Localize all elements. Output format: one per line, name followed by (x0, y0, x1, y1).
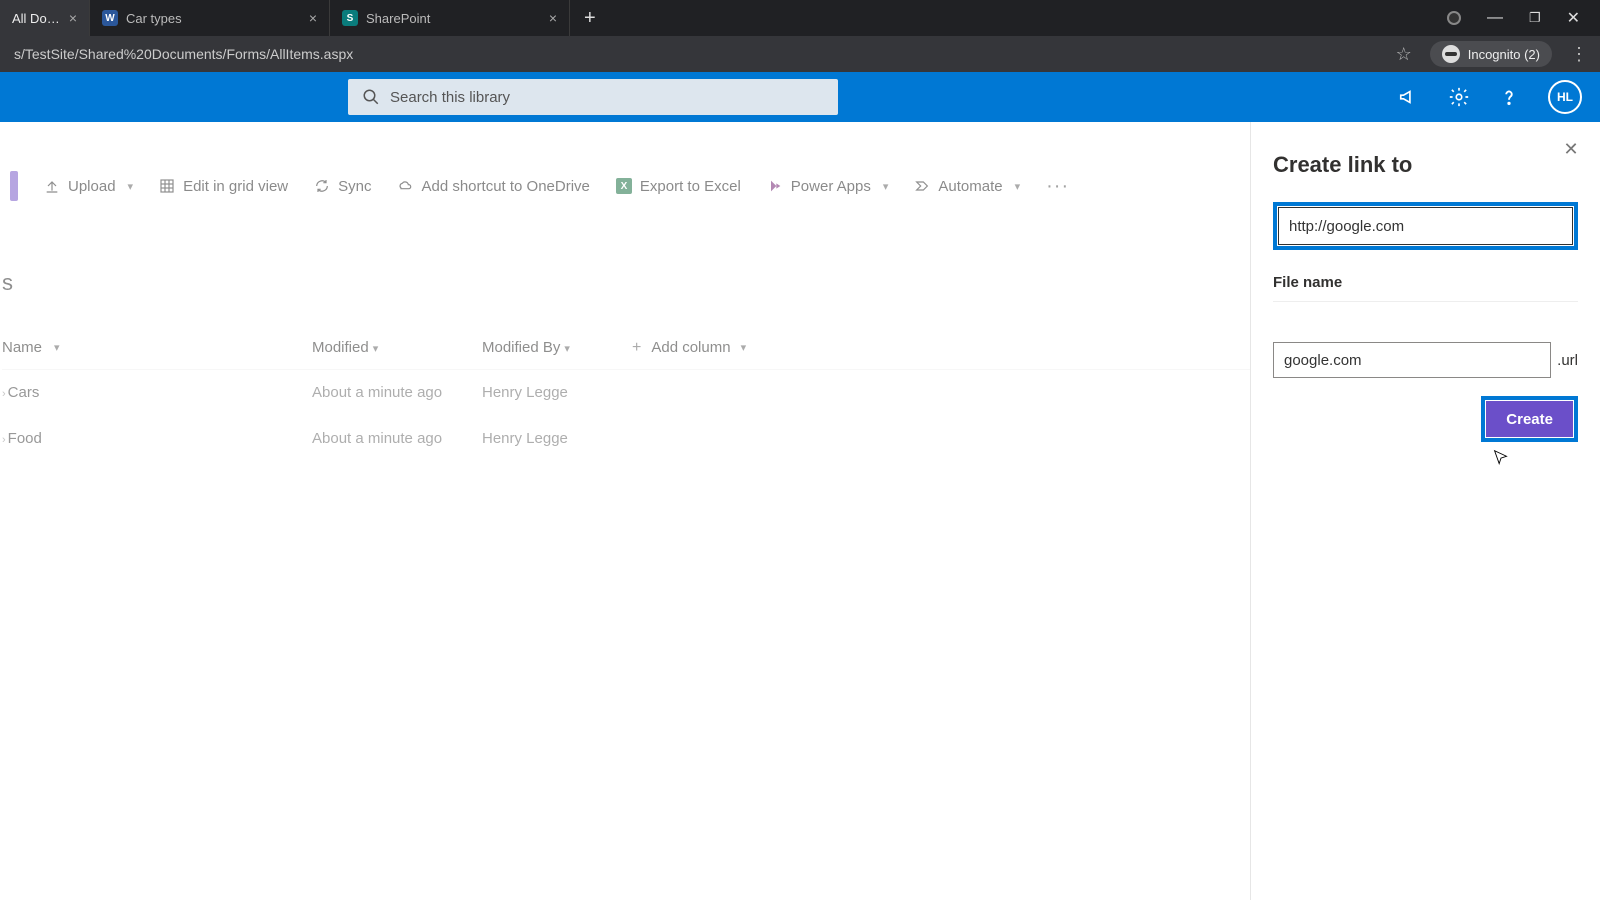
upload-icon (44, 178, 60, 194)
sync-button[interactable]: Sync (314, 178, 371, 195)
plus-icon: + (632, 339, 641, 357)
excel-icon: X (616, 178, 632, 194)
tab-label: All Docun (12, 11, 61, 26)
incognito-icon (1442, 45, 1460, 63)
tab-label: Car types (126, 11, 301, 26)
chevron-down-icon: ▾ (54, 341, 60, 354)
bookmark-star-icon[interactable]: ☆ (1396, 44, 1412, 65)
search-placeholder: Search this library (390, 89, 510, 106)
separator (1273, 301, 1578, 302)
chevron-down-icon: ▾ (128, 180, 134, 193)
chevron-down-icon: ▾ (564, 343, 570, 355)
word-icon: W (102, 10, 118, 26)
add-shortcut-button[interactable]: Add shortcut to OneDrive (397, 178, 589, 195)
powerapps-icon (767, 178, 783, 194)
link-url-input[interactable] (1278, 207, 1573, 245)
close-panel-button[interactable]: ✕ (1556, 134, 1586, 164)
add-column-button[interactable]: +Add column▾ (632, 339, 746, 357)
url-text[interactable]: s/TestSite/Shared%20Documents/Forms/AllI… (14, 46, 1384, 62)
maximize-icon[interactable]: ❐ (1529, 10, 1541, 26)
tabs-container: All Docun × W Car types × S SharePoint ×… (0, 0, 1435, 36)
window-controls: — ❐ ✕ (1435, 8, 1592, 28)
close-icon[interactable]: × (69, 10, 77, 26)
filename-label: File name (1273, 274, 1578, 291)
export-excel-button[interactable]: X Export to Excel (616, 178, 741, 195)
url-field-highlight (1273, 202, 1578, 250)
tab-all-documents[interactable]: All Docun × (0, 0, 90, 36)
upload-button[interactable]: Upload▾ (44, 178, 133, 195)
create-button[interactable]: Create (1486, 401, 1573, 437)
tab-label: SharePoint (366, 11, 541, 26)
cursor-icon (1490, 448, 1512, 475)
sync-icon (314, 178, 330, 194)
sharepoint-icon: S (342, 10, 358, 26)
new-tab-button[interactable]: + (570, 0, 610, 36)
col-modified-by[interactable]: Modified By▾ (482, 339, 632, 356)
help-icon[interactable] (1498, 86, 1520, 108)
panel-title: Create link to (1273, 152, 1578, 178)
close-icon[interactable]: × (309, 10, 317, 26)
megaphone-icon[interactable] (1398, 86, 1420, 108)
extension-label: .url (1557, 352, 1578, 369)
col-modified[interactable]: Modified▾ (312, 339, 482, 356)
onedrive-icon (397, 178, 413, 194)
search-box[interactable]: Search this library (348, 79, 838, 115)
create-button-highlight: Create (1481, 396, 1578, 442)
edit-grid-button[interactable]: Edit in grid view (159, 178, 288, 195)
chevron-down-icon: ▾ (883, 180, 889, 193)
item-icon: › (2, 434, 6, 446)
chevron-down-icon: ▾ (741, 341, 747, 354)
create-link-panel: ✕ Create link to File name .url Create (1250, 122, 1600, 900)
search-icon (362, 88, 380, 106)
incognito-indicator[interactable]: Incognito (2) (1430, 41, 1552, 67)
avatar[interactable]: HL (1548, 80, 1582, 114)
minimize-icon[interactable]: — (1487, 9, 1503, 27)
sharepoint-suite-bar: Search this library HL (0, 72, 1600, 122)
tab-car-types[interactable]: W Car types × (90, 0, 330, 36)
tab-sharepoint[interactable]: S SharePoint × (330, 0, 570, 36)
incognito-label: Incognito (2) (1468, 47, 1540, 62)
new-menu-indicator[interactable] (10, 171, 18, 201)
browser-menu-icon[interactable]: ⋮ (1570, 44, 1586, 65)
automate-icon (914, 178, 930, 194)
grid-icon (159, 178, 175, 194)
item-icon: › (2, 388, 6, 400)
close-icon[interactable]: × (549, 10, 557, 26)
powerapps-button[interactable]: Power Apps▾ (767, 178, 889, 195)
close-window-icon[interactable]: ✕ (1567, 8, 1580, 28)
more-commands-button[interactable]: ··· (1046, 175, 1069, 198)
gear-icon[interactable] (1448, 86, 1470, 108)
account-dot-icon[interactable] (1447, 11, 1461, 25)
content-area: Upload▾ Edit in grid view Sync Add short… (0, 122, 1600, 900)
col-name[interactable]: Name▾ (2, 339, 312, 356)
chevron-down-icon: ▾ (373, 343, 379, 355)
automate-button[interactable]: Automate▾ (914, 178, 1020, 195)
browser-tab-strip: All Docun × W Car types × S SharePoint ×… (0, 0, 1600, 36)
address-bar: s/TestSite/Shared%20Documents/Forms/AllI… (0, 36, 1600, 72)
filename-input[interactable] (1273, 342, 1551, 378)
chevron-down-icon: ▾ (1015, 180, 1021, 193)
